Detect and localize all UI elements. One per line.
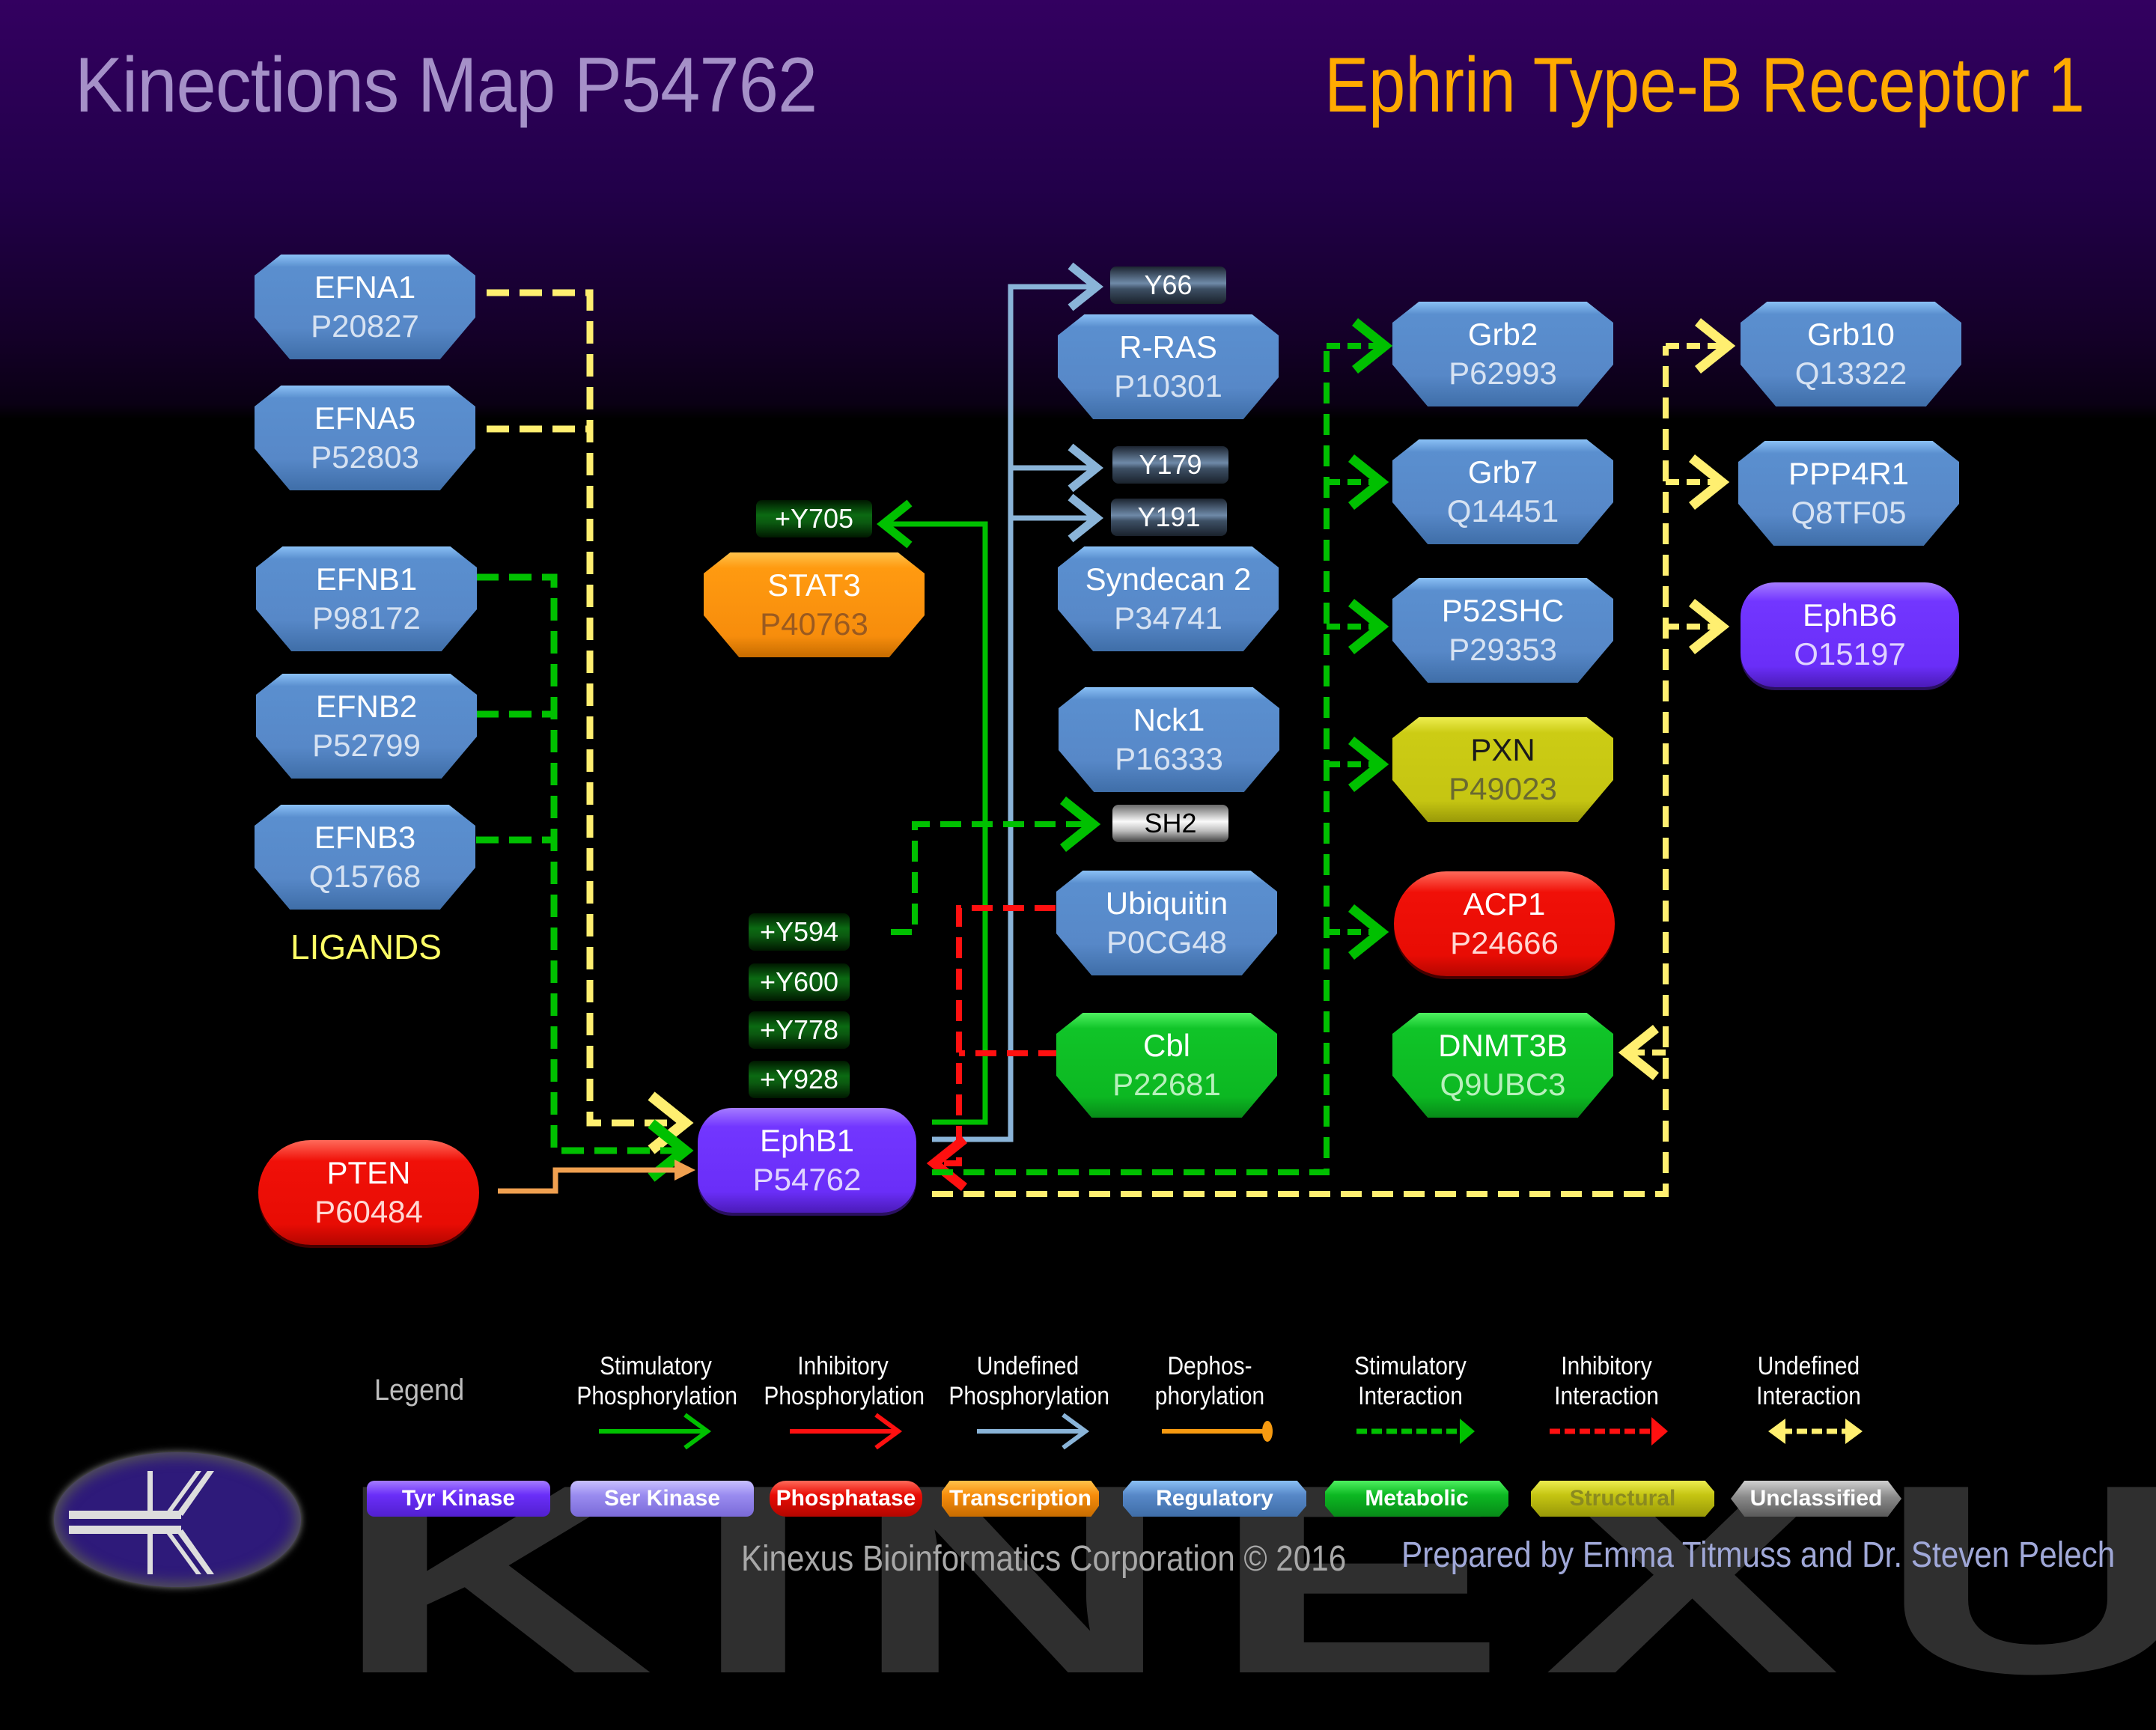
legend-badge-unclassified: Unclassified <box>1731 1481 1901 1517</box>
legend-inhib-int-head <box>1651 1417 1668 1446</box>
legend-badge-structural: Structural <box>1531 1481 1714 1517</box>
legend-badge-ser-kinase: Ser Kinase <box>570 1481 754 1517</box>
legend-badge-regulatory: Regulatory <box>1123 1481 1306 1517</box>
legend-undef-int-head-left <box>1768 1419 1785 1444</box>
footer-copyright: Kinexus Bioinformatics Corporation © 201… <box>741 1539 1347 1579</box>
legend-inhib-phos-arrow <box>790 1413 903 1450</box>
legend-undef-phos-arrow <box>977 1413 1090 1450</box>
legend-badge-metabolic: Metabolic <box>1325 1481 1508 1517</box>
legend-stim-int-head <box>1460 1419 1475 1444</box>
legend-badge-transcription: Transcription <box>942 1481 1099 1517</box>
legend-badge-tyr-kinase: Tyr Kinase <box>367 1481 550 1517</box>
kinexus-logo <box>54 1452 301 1587</box>
legend-badge-phosphatase: Phosphatase <box>770 1481 922 1517</box>
legend-arrows <box>599 1413 1863 1450</box>
legend-undef-int-head-right <box>1845 1419 1863 1444</box>
legend-stim-phos-arrow <box>599 1413 712 1450</box>
legend-dephos-end <box>1262 1421 1273 1442</box>
kinexus-k-icon <box>69 1471 214 1574</box>
footer-credits: Prepared by Emma Titmuss and Dr. Steven … <box>1401 1535 2116 1575</box>
